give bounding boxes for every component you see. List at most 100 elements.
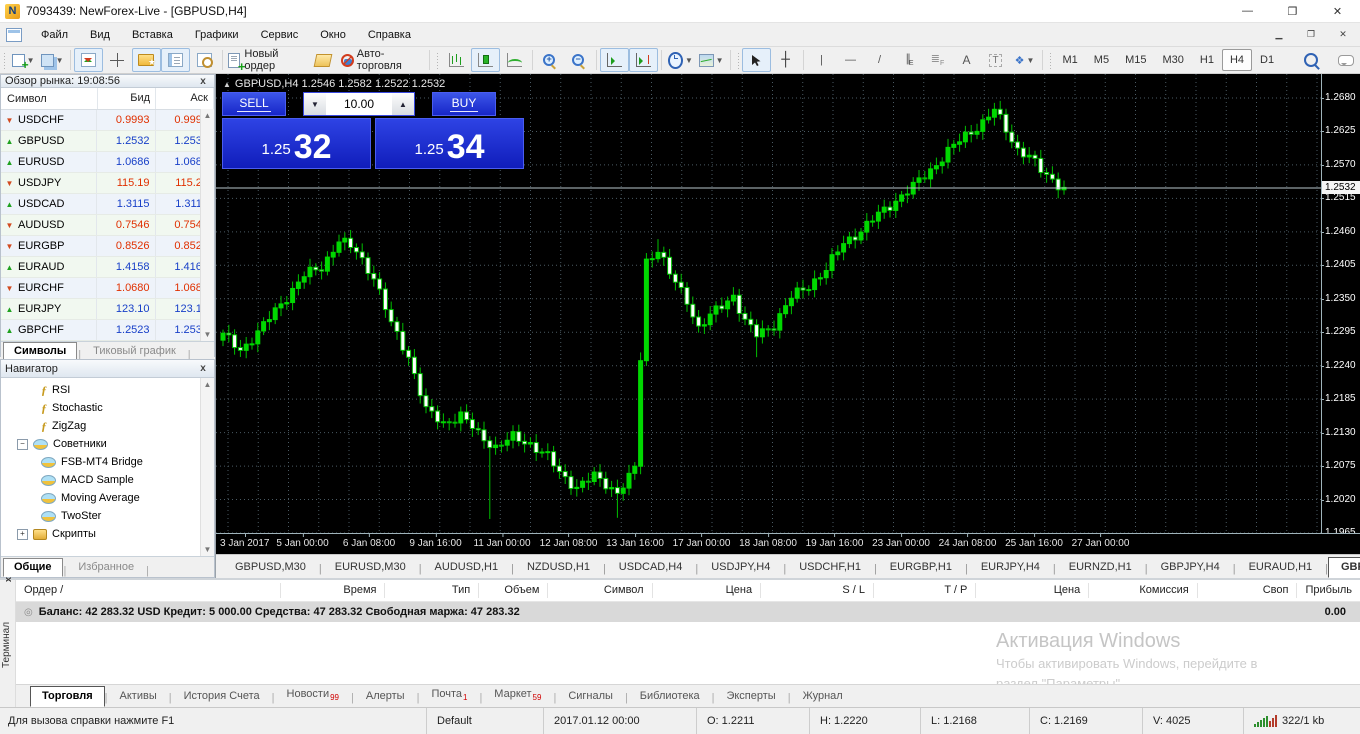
market-watch-row-USDJPY[interactable]: ▼ USDJPY 115.19 115.21: [1, 173, 215, 194]
candlestick-button[interactable]: [470, 48, 500, 72]
chart-tab-EURUSD,M30[interactable]: EURUSD,M30: [322, 557, 419, 578]
terminal-tab-Эксперты[interactable]: Эксперты: [714, 686, 787, 707]
chart-profiles-button[interactable]: ▼: [38, 48, 67, 72]
timeframe-button-D1[interactable]: D1: [1252, 49, 1282, 71]
navigator-item-RSI[interactable]: ƒ RSI: [1, 381, 214, 399]
chart-tab-EURNZD,H1[interactable]: EURNZD,H1: [1056, 557, 1145, 578]
terminal-tab-Новости[interactable]: Новости99: [275, 684, 352, 707]
metaeditor-button[interactable]: [309, 48, 338, 72]
market-watch-row-EURUSD[interactable]: ▲ EURUSD 1.0686 1.0688: [1, 152, 215, 173]
fibonacci-button[interactable]: ≣F: [923, 48, 952, 72]
terminal-column-Символ[interactable]: Символ: [548, 583, 653, 598]
menu-item-Сервис[interactable]: Сервис: [250, 25, 310, 45]
market-watch-row-AUDUSD[interactable]: ▼ AUDUSD 0.7546 0.7548: [1, 215, 215, 236]
date-axis[interactable]: 3 Jan 2017 5 Jan 00:00 6 Jan 08:00 9 Jan 16…: [216, 533, 1360, 555]
text-label-button[interactable]: T: [981, 48, 1010, 72]
sell-price-button[interactable]: 1.25 32: [222, 118, 371, 169]
chart-plot[interactable]: ▲ GBPUSD,H4 1.2546 1.2582 1.2522 1.2532 S…: [216, 74, 1321, 534]
market-watch-row-EURCHF[interactable]: ▼ EURCHF 1.0680 1.0683: [1, 278, 215, 299]
column-bid[interactable]: Бид: [98, 88, 157, 109]
buy-button[interactable]: BUY: [432, 92, 496, 116]
price-scale[interactable]: 1.2680 1.2625 1.2570 1.2515 1.2460 1.2405 1.23…: [1321, 74, 1360, 538]
market-watch-close-icon[interactable]: x: [196, 76, 210, 87]
chart-tab-GBPUSD,H4[interactable]: GBPUSD,H4: [1328, 557, 1360, 578]
market-watch-row-USDCAD[interactable]: ▲ USDCAD 1.3115 1.3117: [1, 194, 215, 215]
timeframe-button-M30[interactable]: M30: [1154, 49, 1191, 71]
terminal-tab-Алерты[interactable]: Алерты: [354, 686, 417, 707]
terminal-column-Своп[interactable]: Своп: [1198, 583, 1298, 598]
navigator-close-icon[interactable]: x: [196, 363, 210, 374]
templates-button[interactable]: ▼: [696, 48, 727, 72]
collapse-triangle-icon[interactable]: ▲: [223, 80, 231, 89]
volume-decrease-button[interactable]: ▼: [304, 93, 326, 115]
scroll-up-icon[interactable]: ▲: [204, 380, 212, 389]
terminal-tab-Активы[interactable]: Активы: [108, 686, 169, 707]
chart-tab-USDCHF,H1[interactable]: USDCHF,H1: [786, 557, 874, 578]
new-chart-button[interactable]: + ▼: [9, 48, 38, 72]
navigator-toggle[interactable]: ★: [131, 48, 161, 72]
terminal-tab-Сигналы[interactable]: Сигналы: [556, 686, 625, 707]
market-watch-header[interactable]: Обзор рынка: 19:08:56 x: [1, 75, 214, 88]
navigator-header[interactable]: Навигатор x: [1, 360, 214, 378]
navigator-item-Скрипты[interactable]: + Скрипты: [1, 525, 214, 543]
terminal-tab-Библиотека[interactable]: Библиотека: [628, 686, 712, 707]
sell-button[interactable]: SELL: [222, 92, 286, 116]
toolbar-grip[interactable]: [434, 51, 440, 69]
trendline-button[interactable]: /: [865, 48, 894, 72]
status-cell-5[interactable]: C: 1.2169: [1029, 708, 1142, 734]
periods-button[interactable]: ▼: [665, 48, 696, 72]
terminal-column-Комиссия[interactable]: Комиссия: [1089, 583, 1198, 598]
crosshair-button[interactable]: ┼: [771, 48, 800, 72]
expand-box-icon[interactable]: +: [17, 528, 28, 540]
menu-item-Справка[interactable]: Справка: [357, 25, 422, 45]
menu-item-Окно[interactable]: Окно: [309, 25, 357, 45]
zoom-out-button[interactable]: −: [564, 48, 593, 72]
market-watch-row-EURJPY[interactable]: ▲ EURJPY 123.10 123.13: [1, 299, 215, 320]
text-button[interactable]: A: [952, 48, 981, 72]
navigator-tab-Избранное[interactable]: Избранное: [67, 558, 145, 577]
strategy-tester-toggle[interactable]: [190, 48, 219, 72]
chart-tab-EURAUD,H1[interactable]: EURAUD,H1: [1236, 557, 1326, 578]
navigator-item-ZigZag[interactable]: ƒ ZigZag: [1, 417, 214, 435]
chart-restore-button[interactable]: ❐: [1296, 25, 1326, 45]
terminal-tab-Маркет[interactable]: Маркет59: [482, 684, 553, 707]
terminal-tab-Почта[interactable]: Почта1: [419, 684, 479, 707]
terminal-column-Цена[interactable]: Цена: [976, 583, 1090, 598]
toolbar-grip[interactable]: [735, 51, 741, 69]
autotrading-button[interactable]: Авто-торговля: [338, 48, 426, 72]
column-ask[interactable]: Аск: [156, 88, 214, 109]
menu-item-Графики[interactable]: Графики: [184, 25, 250, 45]
terminal-toggle[interactable]: [160, 48, 190, 72]
terminal-column-Тип[interactable]: Тип: [385, 583, 480, 598]
timeframe-button-M5[interactable]: M5: [1086, 49, 1117, 71]
market-watch-row-EURGBP[interactable]: ▼ EURGBP 0.8526 0.8529: [1, 236, 215, 257]
toolbar-grip[interactable]: [1047, 51, 1053, 69]
chart-minimize-button[interactable]: ▁: [1264, 25, 1294, 45]
minimize-button[interactable]: —: [1225, 0, 1270, 22]
chart-tab-EURGBP,H1[interactable]: EURGBP,H1: [877, 557, 965, 578]
channel-button[interactable]: ∥E: [894, 48, 923, 72]
bar-chart-button[interactable]: [442, 48, 471, 72]
scroll-down-icon[interactable]: ▼: [204, 545, 212, 554]
market-watch-toggle[interactable]: [73, 48, 103, 72]
terminal-column-Прибыль[interactable]: Прибыль: [1297, 583, 1360, 598]
status-cell-1[interactable]: 2017.01.12 00:00: [543, 708, 696, 734]
market-watch-scrollbar[interactable]: ▲ ▼: [200, 109, 214, 341]
auto-scroll-button[interactable]: [600, 48, 630, 72]
terminal-tab-Торговля[interactable]: Торговля: [30, 686, 105, 707]
terminal-close-icon[interactable]: x: [3, 577, 100, 582]
market-watch-row-EURAUD[interactable]: ▲ EURAUD 1.4158 1.4165: [1, 257, 215, 278]
chart-tab-AUDUSD,H1[interactable]: AUDUSD,H1: [422, 557, 512, 578]
scroll-up-icon[interactable]: ▲: [204, 111, 212, 120]
navigator-tab-Общие[interactable]: Общие: [3, 558, 63, 577]
vline-button[interactable]: |: [807, 48, 836, 72]
arrows-button[interactable]: ❖ ▼: [1010, 48, 1039, 72]
menu-item-Файл[interactable]: Файл: [30, 25, 79, 45]
menu-item-Вид[interactable]: Вид: [79, 25, 121, 45]
market-watch-column-header[interactable]: Символ Бид Аск: [1, 88, 214, 110]
navigator-item-Stochastic[interactable]: ƒ Stochastic: [1, 399, 214, 417]
timeframe-button-H1[interactable]: H1: [1192, 49, 1222, 71]
restore-button[interactable]: ❐: [1270, 0, 1315, 22]
chart-shift-button[interactable]: [629, 48, 659, 72]
terminal-column-SL[interactable]: S / L: [761, 583, 874, 598]
